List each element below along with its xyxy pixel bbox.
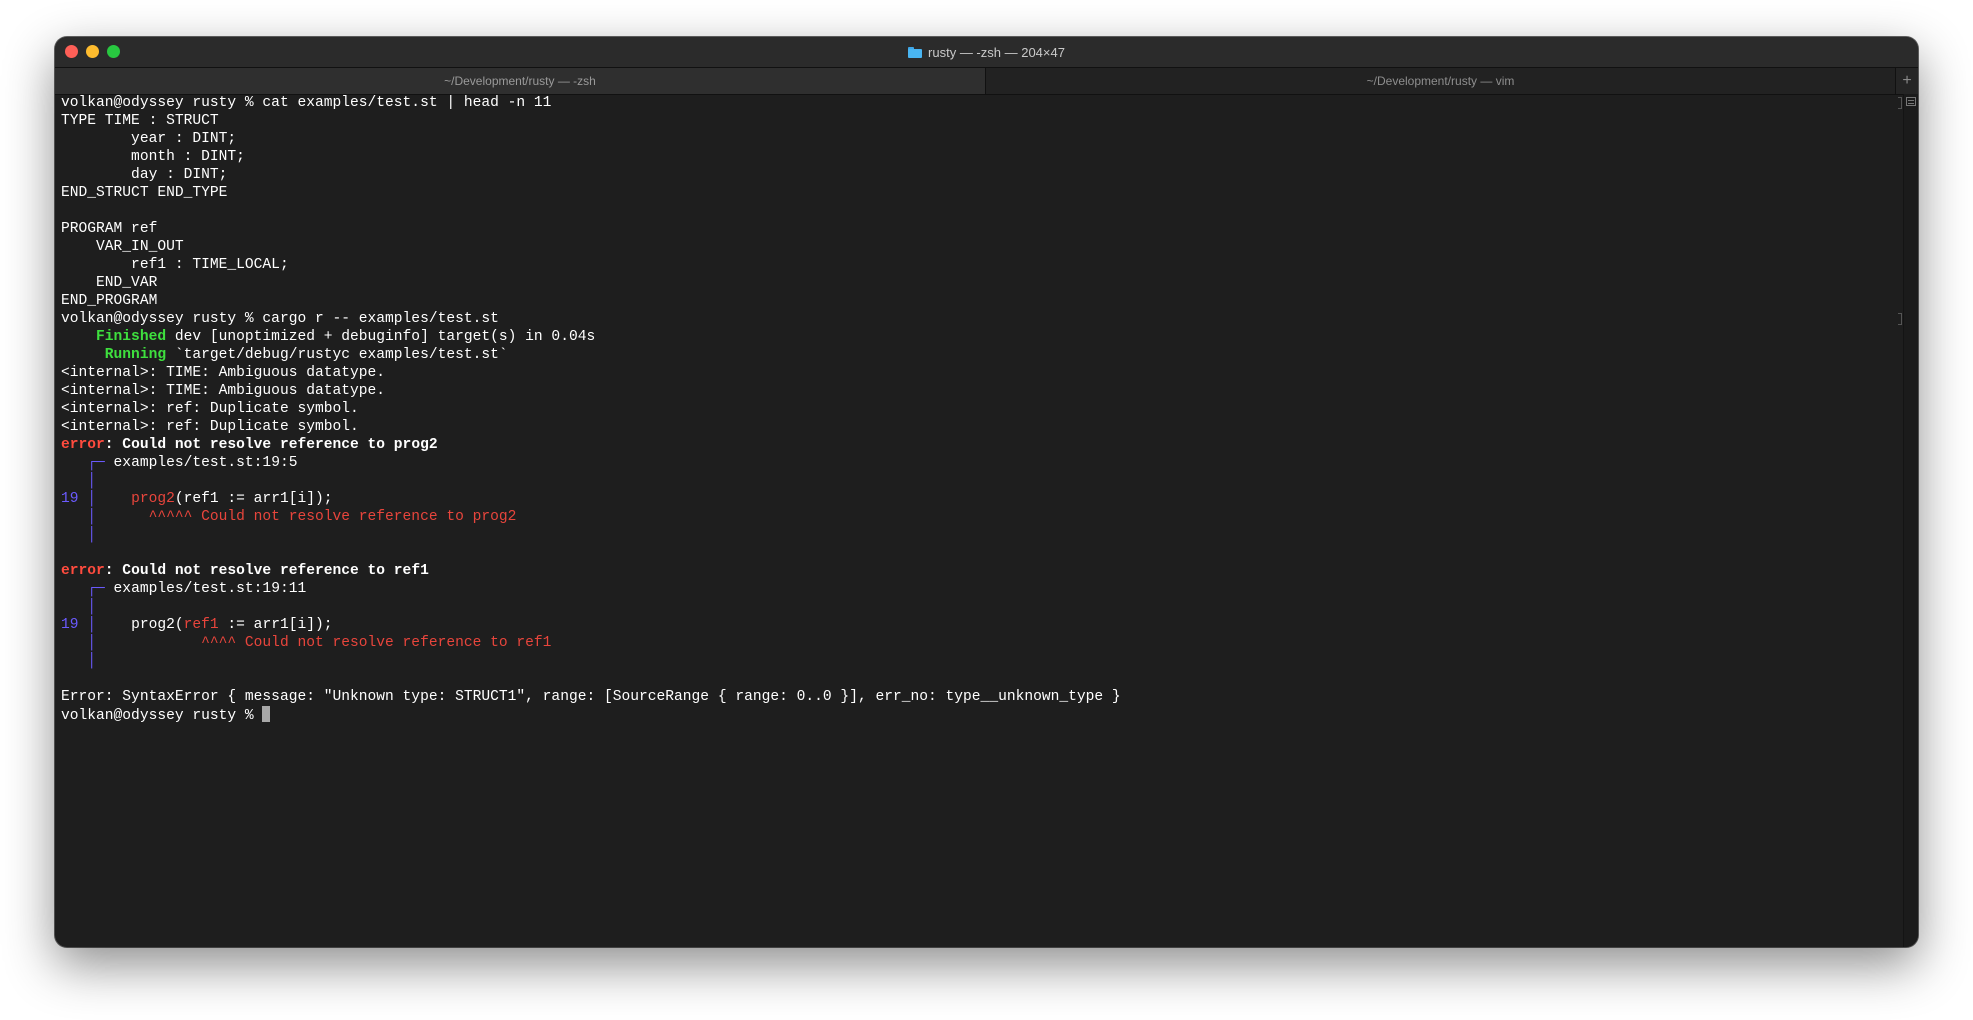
terminal-line: PROGRAM ref <box>61 221 158 237</box>
terminal-line: <internal>: ref: Duplicate symbol. <box>61 401 359 417</box>
error-underline: │ ^^^^^ Could not resolve reference to p… <box>61 508 1904 526</box>
terminal-line: day : DINT; <box>61 167 228 183</box>
minimize-button[interactable] <box>86 45 99 58</box>
gutter-line: │ <box>61 599 97 615</box>
terminal-line: <internal>: ref: Duplicate symbol. <box>61 419 359 435</box>
line-number: 19 <box>61 617 79 633</box>
gutter-line: │ <box>61 473 97 489</box>
code-text: := arr1[i]); <box>218 617 333 633</box>
line-number: 19 <box>61 491 79 507</box>
terminal-line: volkan@odyssey rusty % cargo r -- exampl… <box>61 311 499 327</box>
error-code-line: 19 │ prog2(ref1 := arr1[i]); <box>61 490 1904 508</box>
gutter-line: │ <box>61 653 97 669</box>
terminal-line: year : DINT; <box>61 131 237 147</box>
gutter: │ <box>61 635 97 651</box>
terminal-line: ref1 : TIME_LOCAL; <box>61 257 289 273</box>
close-button[interactable] <box>65 45 78 58</box>
running-text: `target/debug/rustyc examples/test.st` <box>166 347 508 363</box>
gutter: ┌─ <box>61 455 105 471</box>
gutter-line: │ <box>61 527 97 543</box>
underline-text: ^^^^^ Could not resolve reference to pro… <box>96 509 517 525</box>
location-text: examples/test.st:19:11 <box>104 581 307 597</box>
terminal-line: TYPE TIME : STRUCT <box>61 113 219 129</box>
terminal-line: month : DINT; <box>61 149 245 165</box>
terminal-line: Finished dev [unoptimized + debuginfo] t… <box>61 328 1904 346</box>
prompt-text: volkan@odyssey rusty % <box>61 708 263 724</box>
error-message: : Could not resolve reference to prog2 <box>104 437 438 453</box>
error-heading: error: Could not resolve reference to re… <box>61 562 1904 580</box>
text-cursor <box>262 706 271 722</box>
error-location: ┌─ examples/test.st:19:5 <box>61 454 1904 472</box>
zoom-button[interactable] <box>107 45 120 58</box>
prompt-mark-icon <box>1898 313 1902 325</box>
error-heading: error: Could not resolve reference to pr… <box>61 436 1904 454</box>
terminal-line: END_STRUCT END_TYPE <box>61 185 228 201</box>
terminal-line: volkan@odyssey rusty % cat examples/test… <box>61 95 552 111</box>
folder-icon <box>908 46 923 58</box>
error-label: error <box>61 437 105 453</box>
error-label: error <box>61 563 105 579</box>
window-title-text: rusty — -zsh — 204×47 <box>928 44 1065 60</box>
scroll-menu-icon[interactable] <box>1906 97 1916 106</box>
code-text: prog2( <box>104 617 184 633</box>
terminal-line: END_PROGRAM <box>61 293 158 309</box>
gutter: ┌─ <box>61 581 105 597</box>
terminal-line: <internal>: TIME: Ambiguous datatype. <box>61 365 386 381</box>
window-title: rusty — -zsh — 204×47 <box>908 45 1065 60</box>
terminal-line: VAR_IN_OUT <box>61 239 184 255</box>
tab-vim[interactable]: ~/Development/rusty — vim <box>985 68 1895 94</box>
gutter: │ <box>61 509 97 525</box>
error-location: ┌─ examples/test.st:19:11 <box>61 580 1904 598</box>
scrollbar[interactable] <box>1903 94 1918 947</box>
gutter: │ <box>78 617 105 633</box>
tab-bar: ~/Development/rusty — -zsh ~/Development… <box>55 67 1918 95</box>
finished-status: Finished <box>61 329 167 345</box>
error-code-line: 19 │ prog2(ref1 := arr1[i]); <box>61 616 1904 634</box>
running-status: Running <box>61 347 167 363</box>
prompt-line[interactable]: volkan@odyssey rusty % <box>61 706 1904 724</box>
highlighted-token: ref1 <box>183 617 219 633</box>
error-message: : Could not resolve reference to ref1 <box>104 563 429 579</box>
tab-zsh[interactable]: ~/Development/rusty — -zsh <box>55 68 985 94</box>
terminal-line: Running `target/debug/rustyc examples/te… <box>61 346 1904 364</box>
location-text: examples/test.st:19:5 <box>104 455 298 471</box>
window-controls <box>65 45 120 58</box>
gutter: │ <box>78 491 105 507</box>
prompt-mark-icon <box>1898 97 1902 109</box>
new-tab-button[interactable]: + <box>1895 68 1918 94</box>
terminal-line: <internal>: TIME: Ambiguous datatype. <box>61 383 386 399</box>
terminal-line: END_VAR <box>61 275 158 291</box>
error-underline: │ ^^^^ Could not resolve reference to re… <box>61 634 1904 652</box>
terminal-output[interactable]: volkan@odyssey rusty % cat examples/test… <box>61 94 1904 947</box>
syntax-error-line: Error: SyntaxError { message: "Unknown t… <box>61 689 1121 705</box>
finished-text: dev [unoptimized + debuginfo] target(s) … <box>166 329 596 345</box>
title-bar[interactable]: rusty — -zsh — 204×47 <box>55 37 1918 67</box>
underline-text: ^^^^ Could not resolve reference to ref1 <box>96 635 552 651</box>
code-text: (ref1 := arr1[i]); <box>174 491 333 507</box>
highlighted-token: prog2 <box>104 491 175 507</box>
terminal-window: rusty — -zsh — 204×47 ~/Development/rust… <box>55 37 1918 947</box>
